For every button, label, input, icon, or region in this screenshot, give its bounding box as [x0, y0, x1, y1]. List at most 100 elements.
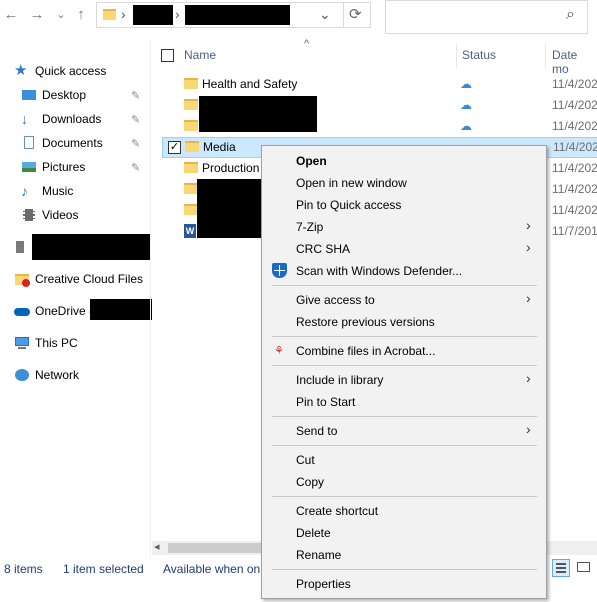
folder-icon: [184, 162, 198, 173]
sidebar-item-label: Documents: [42, 136, 103, 150]
menu-item-combine-acrobat[interactable]: Combine files in Acrobat...: [296, 344, 435, 358]
breadcrumb-redacted[interactable]: [133, 5, 173, 25]
file-name: Media: [203, 140, 236, 154]
menu-item-pin-start[interactable]: Pin to Start: [296, 395, 355, 409]
sidebar-item-label: Downloads: [42, 112, 102, 126]
pictures-icon: [21, 159, 37, 175]
folder-icon: [185, 141, 199, 152]
submenu-arrow-icon: ›: [526, 217, 531, 233]
column-header-name[interactable]: Name: [184, 48, 216, 62]
redacted-file-names: [199, 96, 317, 132]
row-checkbox[interactable]: ✓: [168, 141, 181, 154]
file-row[interactable]: Health and Safety ☁ 11/4/202: [162, 74, 597, 95]
refresh-icon[interactable]: ⟳: [349, 5, 362, 23]
sidebar-item-creative-cloud[interactable]: Creative Cloud Files: [14, 269, 143, 289]
file-date: 11/7/201: [552, 224, 597, 238]
sidebar-item-documents[interactable]: Documents: [21, 133, 103, 153]
address-dropdown-icon[interactable]: ⌄: [319, 6, 331, 23]
menu-item-7zip[interactable]: 7-Zip: [296, 220, 323, 234]
menu-separator: [272, 569, 537, 570]
creative-cloud-folder-icon: [14, 271, 30, 287]
address-bar[interactable]: › › ⌄ ⟳: [96, 2, 371, 28]
column-header-date[interactable]: Date mo: [552, 48, 597, 76]
column-header-status[interactable]: Status: [462, 48, 496, 62]
menu-separator: [272, 285, 537, 286]
file-date: 11/4/202: [552, 98, 597, 112]
pin-icon[interactable]: ✎: [131, 161, 141, 174]
sidebar-item-videos[interactable]: Videos: [21, 205, 78, 225]
submenu-arrow-icon: ›: [526, 421, 531, 437]
sidebar-item-onedrive[interactable]: OneDrive -: [14, 301, 93, 321]
folder-icon: [184, 99, 198, 110]
cloud-status-icon: ☁: [460, 119, 472, 133]
sidebar-item-desktop[interactable]: Desktop: [21, 85, 86, 105]
desktop-icon: [21, 87, 37, 103]
star-icon: ★: [14, 62, 28, 79]
scroll-left-arrow-icon[interactable]: ◂: [154, 540, 160, 553]
pin-icon[interactable]: ✎: [131, 89, 141, 102]
sidebar-item-label: Music: [42, 184, 74, 198]
sidebar-item-label: OneDrive -: [35, 304, 94, 318]
menu-item-copy[interactable]: Copy: [296, 475, 324, 489]
document-icon: [21, 135, 37, 151]
sidebar-item-music[interactable]: ♪ Music: [21, 181, 73, 201]
redacted-file-names: [197, 179, 263, 238]
large-icons-view-icon[interactable]: [575, 559, 593, 577]
menu-item-open[interactable]: Open: [296, 154, 327, 168]
menu-separator: [272, 445, 537, 446]
details-view-icon[interactable]: [552, 559, 570, 577]
menu-item-pin-quick-access[interactable]: Pin to Quick access: [296, 198, 401, 212]
menu-item-restore-versions[interactable]: Restore previous versions: [296, 315, 435, 329]
menu-item-crc-sha[interactable]: CRC SHA: [296, 242, 350, 256]
breadcrumb-chevron-icon: ›: [175, 6, 180, 22]
back-button[interactable]: ←: [2, 6, 20, 24]
sidebar-item-label: This PC: [35, 336, 78, 350]
folder-icon: [184, 120, 198, 131]
menu-item-include-library[interactable]: Include in library: [296, 373, 383, 387]
menu-item-cut[interactable]: Cut: [296, 453, 315, 467]
pin-icon[interactable]: ✎: [131, 113, 141, 126]
redacted-drive-name[interactable]: [32, 234, 151, 260]
sidebar-item-downloads[interactable]: ↓ Downloads: [21, 109, 101, 129]
address-divider: [343, 3, 344, 27]
column-divider[interactable]: [456, 44, 457, 68]
select-all-checkbox[interactable]: [161, 49, 174, 62]
menu-item-scan-defender[interactable]: Scan with Windows Defender...: [296, 264, 462, 278]
network-drive-icon: [14, 239, 30, 255]
sidebar-item-quick-access[interactable]: ★ Quick access: [14, 61, 106, 81]
onedrive-cloud-icon: [14, 303, 30, 319]
search-box[interactable]: ⌕: [385, 0, 588, 34]
sidebar-item-network[interactable]: Network: [14, 365, 79, 385]
menu-item-create-shortcut[interactable]: Create shortcut: [296, 504, 378, 518]
sidebar-item-label: Pictures: [42, 160, 86, 174]
music-note-icon: ♪: [21, 183, 28, 199]
video-film-icon: [21, 207, 37, 223]
up-button[interactable]: ↑: [72, 6, 90, 24]
recent-locations-button[interactable]: ⌄: [52, 6, 70, 24]
column-divider[interactable]: [545, 44, 546, 68]
submenu-arrow-icon: ›: [526, 239, 531, 255]
cloud-status-icon: ☁: [460, 98, 472, 112]
file-date: 11/4/202: [553, 140, 597, 154]
menu-item-delete[interactable]: Delete: [296, 526, 331, 540]
scrollbar-thumb[interactable]: [168, 543, 262, 553]
menu-item-send-to[interactable]: Send to: [296, 424, 337, 438]
breadcrumb-chevron-icon: ›: [121, 6, 126, 22]
file-name: Health and Safety: [202, 77, 298, 91]
menu-item-rename[interactable]: Rename: [296, 548, 341, 562]
redacted-onedrive-org: [90, 299, 152, 320]
pin-icon[interactable]: ✎: [131, 137, 141, 150]
breadcrumb-redacted[interactable]: [185, 5, 290, 25]
forward-button[interactable]: →: [28, 6, 46, 24]
file-name: Production: [202, 161, 260, 175]
context-menu: Open Open in new window Pin to Quick acc…: [261, 145, 547, 599]
sidebar-divider: [150, 40, 151, 558]
menu-item-give-access[interactable]: Give access to: [296, 293, 375, 307]
sidebar-item-this-pc[interactable]: This PC: [14, 333, 78, 353]
menu-item-properties[interactable]: Properties: [296, 577, 351, 591]
search-icon: ⌕: [566, 6, 575, 23]
sidebar-item-pictures[interactable]: Pictures: [21, 157, 85, 177]
folder-icon: [184, 204, 198, 215]
menu-item-open-new-window[interactable]: Open in new window: [296, 176, 407, 190]
menu-separator: [272, 336, 537, 337]
